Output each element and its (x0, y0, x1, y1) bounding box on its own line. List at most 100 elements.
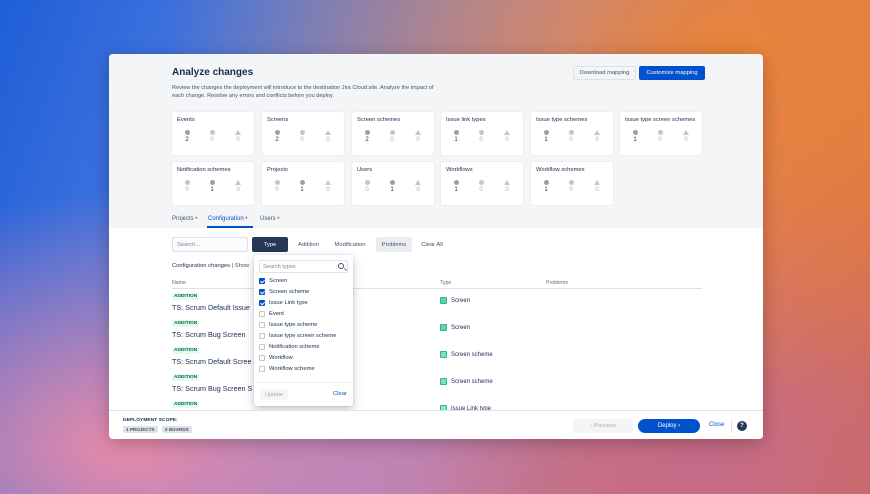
modifications-count: 0 (475, 130, 487, 143)
table-row[interactable]: ADDITION TS: Scrum Bug Screen Screen (172, 320, 702, 346)
type-option-event[interactable]: Event (259, 311, 284, 317)
screen-icon (440, 297, 447, 304)
warnings-count: 0 (232, 180, 244, 193)
checkbox-icon[interactable] (259, 344, 265, 350)
card-label: Screen schemes (357, 117, 401, 123)
chevron-right-icon: › (676, 423, 681, 429)
clear-button[interactable]: Clear (333, 391, 347, 397)
edit-circle-icon (568, 130, 574, 135)
projects-count-badge: 1 PROJECTS (123, 426, 158, 433)
warnings-count: 0 (591, 180, 603, 193)
type-option-issue-type-scheme[interactable]: Issue type scheme (259, 322, 317, 328)
additions-count: 1 (540, 130, 552, 143)
problems-filter-button[interactable]: Problems (376, 237, 412, 252)
additions-count: 1 (450, 180, 462, 193)
plus-circle-icon (184, 180, 190, 185)
column-header-type: Type (440, 280, 452, 286)
customize-mapping-button[interactable]: Customize mapping (639, 66, 705, 80)
checkbox-icon[interactable] (259, 322, 265, 328)
warnings-count: 0 (680, 130, 692, 143)
summary-card-issue-type-schemes: Issue type schemes 1 0 0 (531, 112, 613, 155)
modification-filter-button[interactable]: Modification (330, 237, 370, 252)
download-mapping-button[interactable]: Download mapping (573, 66, 636, 80)
warnings-count: 0 (501, 130, 513, 143)
tab-users[interactable]: Users • (260, 216, 279, 222)
summary-card-workflow-schemes: Workflow schemes 1 0 0 (531, 162, 613, 205)
edit-circle-icon (478, 180, 484, 185)
type-search-input[interactable]: Search types (259, 260, 348, 273)
help-icon[interactable]: ? (737, 421, 747, 431)
page-title: Analyze changes (172, 67, 254, 78)
column-header-name: Name (172, 280, 186, 286)
header-divider (172, 288, 702, 289)
type-option-issue-type-screen-scheme[interactable]: Issue type screen scheme (259, 333, 336, 339)
checkbox-checked-icon[interactable] (259, 289, 265, 295)
table-row[interactable]: ADDITION TS: Scrum Default Issue Screen … (172, 293, 702, 319)
close-button[interactable]: Close (709, 422, 724, 428)
checkbox-checked-icon[interactable] (259, 300, 265, 306)
edit-circle-icon (478, 130, 484, 135)
warning-icon (594, 180, 600, 185)
warning-icon (504, 180, 510, 185)
row-name: TS: Scrum Default Screen Scheme (172, 357, 252, 366)
additions-count: 2 (271, 130, 283, 143)
warning-icon (325, 180, 331, 185)
summary-panel: Analyze changes Review the changes the d… (109, 54, 763, 228)
search-input[interactable]: Search... (172, 237, 248, 252)
edit-circle-icon (209, 130, 215, 135)
addition-filter-button[interactable]: Addition (291, 237, 326, 252)
card-label: Issue type schemes (536, 117, 588, 123)
row-type: Screen scheme (440, 378, 493, 385)
plus-circle-icon (364, 180, 370, 185)
checkbox-icon[interactable] (259, 311, 265, 317)
edit-circle-icon (299, 130, 305, 135)
update-button[interactable]: Update (260, 389, 288, 400)
screen-scheme-icon (440, 378, 447, 385)
warning-icon (325, 130, 331, 135)
type-option-workflow[interactable]: Workflow (259, 355, 293, 361)
card-label: Screens (267, 117, 289, 123)
card-label: Events (177, 117, 195, 123)
table-row[interactable]: ADDITION TS: Scrum Default Screen Scheme… (172, 347, 702, 373)
status-badge: ADDITION (172, 401, 200, 408)
status-badge: ADDITION (172, 293, 200, 300)
summary-card-users: Users 0 1 0 (352, 162, 434, 205)
previous-button[interactable]: ‹ Previous (573, 419, 633, 433)
footer-divider (731, 419, 732, 433)
card-label: Notification schemes (177, 167, 231, 173)
warnings-count: 0 (322, 180, 334, 193)
checkbox-icon[interactable] (259, 333, 265, 339)
plus-circle-icon (184, 130, 190, 135)
additions-count: 1 (450, 130, 462, 143)
type-option-screen-scheme[interactable]: Screen scheme (259, 289, 309, 295)
active-tab-indicator (207, 226, 253, 228)
tab-configuration[interactable]: Configuration • (208, 216, 247, 222)
summary-card-issue-type-screen-schemes: Issue type screen schemes 1 0 0 (620, 112, 702, 155)
warnings-count: 0 (232, 130, 244, 143)
warning-icon (415, 130, 421, 135)
warning-icon (504, 130, 510, 135)
type-option-workflow-scheme[interactable]: Workflow scheme (259, 366, 315, 372)
clear-all-button[interactable]: Clear All (417, 237, 447, 252)
plus-circle-icon (543, 180, 549, 185)
table-row[interactable]: ADDITION TS: Scrum Bug Screen Scheme Scr… (172, 374, 702, 400)
card-label: Projects (267, 167, 288, 173)
type-option-issue-link-type[interactable]: Issue Link type (259, 300, 308, 306)
screen-scheme-icon (440, 351, 447, 358)
deploy-button[interactable]: Deploy › (638, 419, 700, 433)
warning-icon (415, 180, 421, 185)
tab-projects[interactable]: Projects • (172, 216, 197, 222)
modifications-count: 0 (565, 180, 577, 193)
type-option-notification-scheme[interactable]: Notification scheme (259, 344, 320, 350)
type-filter-button[interactable]: Type (252, 237, 288, 252)
warnings-count: 0 (591, 130, 603, 143)
additions-count: 1 (629, 130, 641, 143)
warning-icon (594, 130, 600, 135)
type-option-screen[interactable]: Screen (259, 278, 287, 284)
checkbox-icon[interactable] (259, 355, 265, 361)
deployment-scope-label: DEPLOYMENT SCOPE: (123, 418, 178, 423)
plus-circle-icon (274, 130, 280, 135)
modifications-count: 0 (565, 130, 577, 143)
checkbox-icon[interactable] (259, 366, 265, 372)
checkbox-checked-icon[interactable] (259, 278, 265, 284)
